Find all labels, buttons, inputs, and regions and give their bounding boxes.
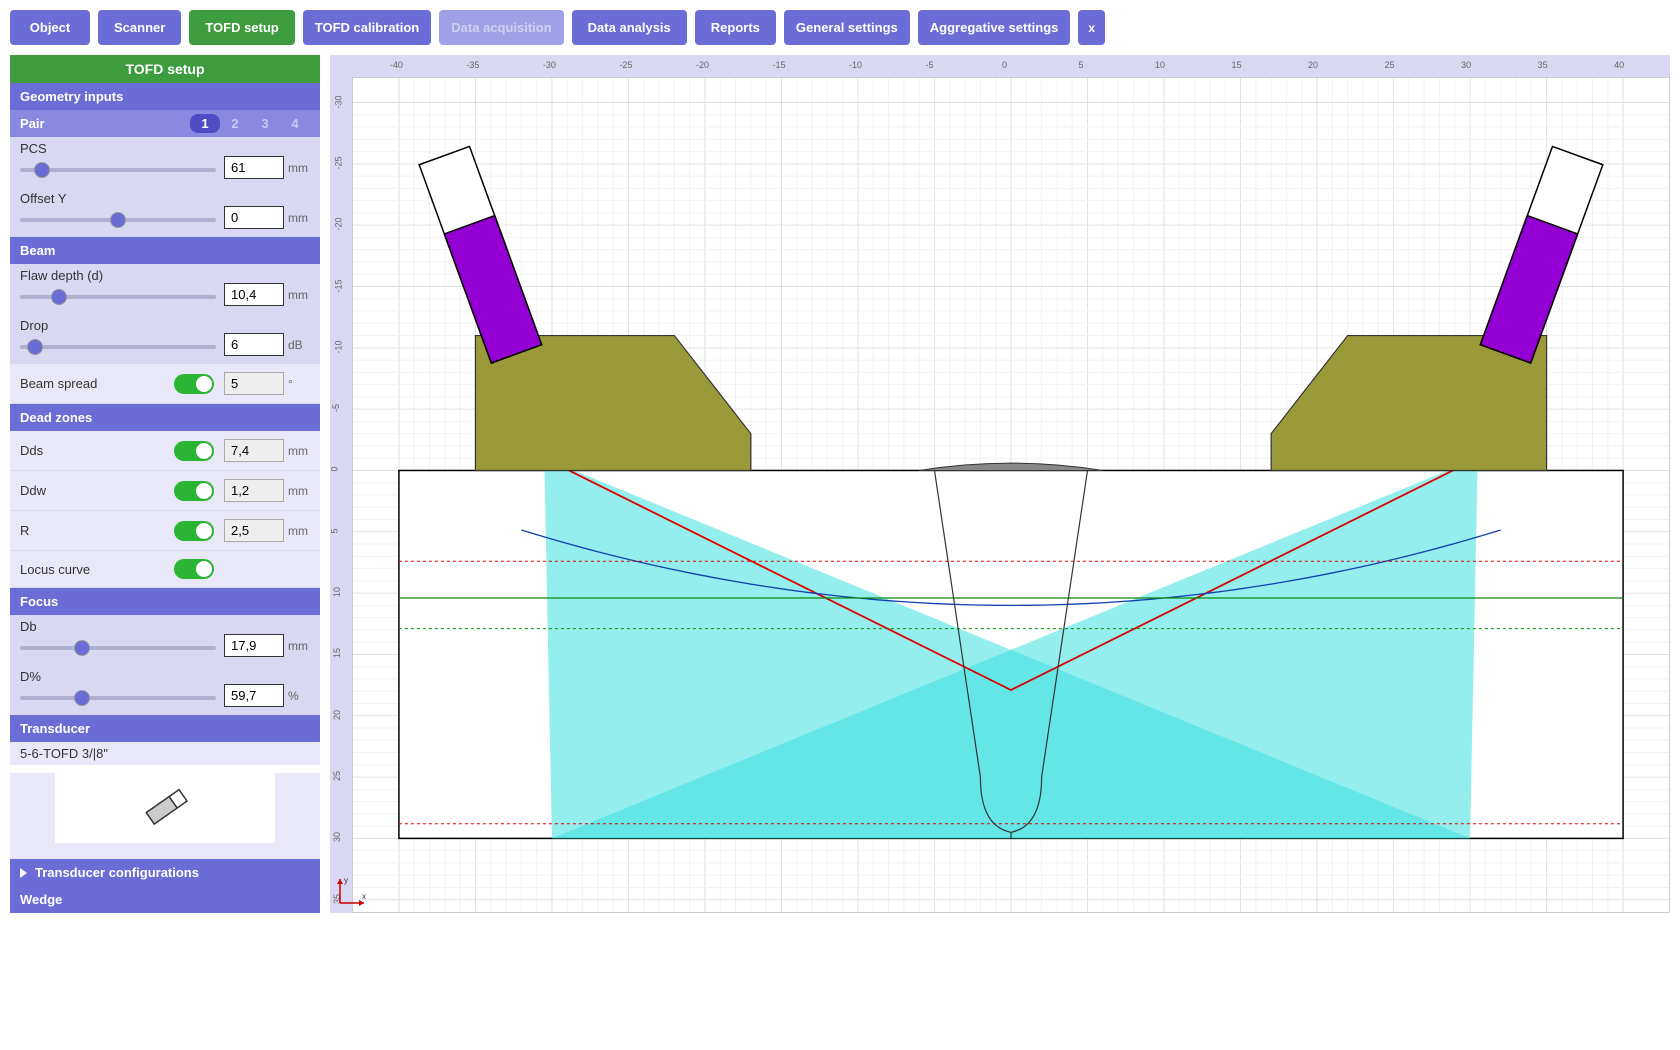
- label-db: Db: [20, 619, 310, 634]
- pair-tab-2[interactable]: 2: [220, 114, 250, 133]
- input-r: [224, 519, 284, 542]
- toggle-r[interactable]: [174, 521, 214, 541]
- label-locus-curve: Locus curve: [20, 562, 174, 577]
- label-pcs: PCS: [20, 141, 310, 156]
- slider-flaw-depth[interactable]: [20, 295, 216, 299]
- ruler-top: -40-35-30-25-20-15-10-50510152025303540: [330, 55, 1670, 77]
- section-wedge[interactable]: Wedge: [10, 886, 320, 913]
- transducer-label: 5-6-TOFD 3/|8": [10, 742, 320, 765]
- toggle-beam-spread[interactable]: [174, 374, 214, 394]
- tab-data-acquisition[interactable]: Data acquisition: [439, 10, 563, 45]
- input-ddw: [224, 479, 284, 502]
- section-dead-zones: Dead zones: [10, 404, 320, 431]
- unit-pcs: mm: [284, 161, 310, 175]
- label-r: R: [20, 523, 174, 538]
- input-dpct[interactable]: [224, 684, 284, 707]
- toggle-ddw[interactable]: [174, 481, 214, 501]
- label-beam-spread: Beam spread: [20, 376, 174, 391]
- tab-object[interactable]: Object: [10, 10, 90, 45]
- tab-aggregative-settings[interactable]: Aggregative settings: [918, 10, 1071, 45]
- tab-data-analysis[interactable]: Data analysis: [572, 10, 687, 45]
- slider-db[interactable]: [20, 646, 216, 650]
- label-flaw-depth: Flaw depth (d): [20, 268, 310, 283]
- section-beam: Beam: [10, 237, 320, 264]
- chevron-right-icon: [20, 868, 27, 878]
- pair-tab-1[interactable]: 1: [190, 114, 220, 133]
- label-offsety: Offset Y: [20, 191, 310, 206]
- slider-offsety[interactable]: [20, 218, 216, 222]
- tab-tofd-calibration[interactable]: TOFD calibration: [303, 10, 432, 45]
- tab-tofd-setup[interactable]: TOFD setup: [189, 10, 294, 45]
- pair-tab-4[interactable]: 4: [280, 114, 310, 133]
- input-offsety[interactable]: [224, 206, 284, 229]
- section-transducer-configs[interactable]: Transducer configurations: [10, 859, 320, 886]
- toggle-dds[interactable]: [174, 441, 214, 461]
- slider-drop[interactable]: [20, 345, 216, 349]
- svg-text:x: x: [362, 892, 366, 901]
- input-db[interactable]: [224, 634, 284, 657]
- pair-selector: Pair 1 2 3 4: [10, 110, 320, 137]
- input-flaw-depth[interactable]: [224, 283, 284, 306]
- sidebar: TOFD setup Geometry inputs Pair 1 2 3 4 …: [10, 55, 320, 913]
- axis-indicator-icon: x y: [334, 873, 370, 909]
- visualization-panel: -40-35-30-25-20-15-10-50510152025303540 …: [330, 55, 1670, 913]
- close-button[interactable]: x: [1078, 10, 1105, 45]
- label-dds: Dds: [20, 443, 174, 458]
- section-transducer: Transducer: [10, 715, 320, 742]
- slider-pcs[interactable]: [20, 168, 216, 172]
- pair-tab-3[interactable]: 3: [250, 114, 280, 133]
- tab-general-settings[interactable]: General settings: [784, 10, 910, 45]
- pair-label: Pair: [20, 116, 190, 131]
- label-dpct: D%: [20, 669, 310, 684]
- input-drop[interactable]: [224, 333, 284, 356]
- tofd-diagram: [353, 78, 1669, 912]
- diagram-area[interactable]: [352, 77, 1670, 913]
- tab-scanner[interactable]: Scanner: [98, 10, 181, 45]
- transducer-preview: [55, 773, 275, 843]
- top-tabs: Object Scanner TOFD setup TOFD calibrati…: [0, 0, 1680, 55]
- slider-dpct[interactable]: [20, 696, 216, 700]
- tab-reports[interactable]: Reports: [695, 10, 776, 45]
- section-focus: Focus: [10, 588, 320, 615]
- section-geometry-inputs: Geometry inputs: [10, 83, 320, 110]
- label-drop: Drop: [20, 318, 310, 333]
- panel-title: TOFD setup: [10, 55, 320, 83]
- svg-text:y: y: [344, 876, 348, 885]
- toggle-locus-curve[interactable]: [174, 559, 214, 579]
- input-pcs[interactable]: [224, 156, 284, 179]
- unit-offsety: mm: [284, 211, 310, 225]
- ruler-left: -30-25-20-15-10-505101520253035: [330, 77, 352, 913]
- input-dds: [224, 439, 284, 462]
- label-ddw: Ddw: [20, 483, 174, 498]
- input-beam-spread: [224, 372, 284, 395]
